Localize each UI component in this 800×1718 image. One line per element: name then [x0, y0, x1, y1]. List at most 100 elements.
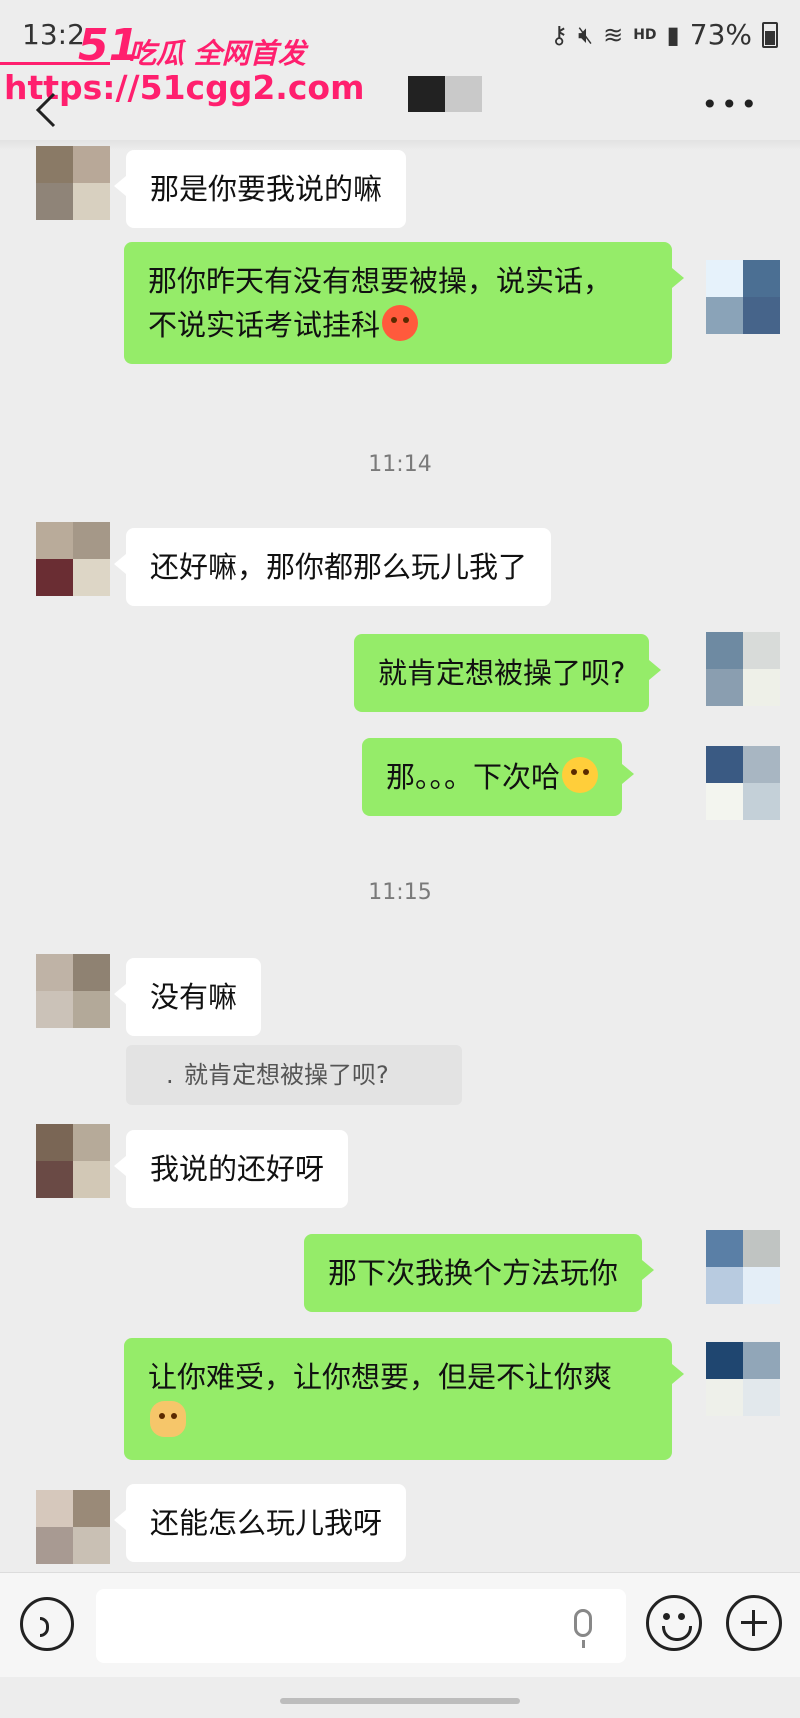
avatar-pixel — [73, 991, 110, 1028]
avatar-pixel — [36, 146, 73, 183]
avatar-pixel — [36, 1124, 73, 1161]
message-text: 那你昨天有没有想要被操，说实话， — [148, 264, 613, 298]
contact-avatar[interactable] — [36, 146, 110, 220]
message-bubble-incoming[interactable]: 还能怎么玩儿我呀 — [113, 1484, 407, 1562]
message-bubble-outgoing[interactable]: 那。。。下次哈 — [362, 738, 635, 816]
grin-face-emoji — [562, 757, 599, 793]
message-text: 不说实话考试挂科 — [148, 308, 381, 342]
avatar-pixel — [706, 669, 743, 706]
avatar-pixel — [36, 522, 73, 559]
avatar-pixel — [73, 1527, 110, 1564]
message-bubble-outgoing[interactable]: 那下次我换个方法玩你 — [304, 1234, 655, 1312]
avatar-pixel — [36, 1161, 73, 1198]
redacted-block — [408, 76, 445, 112]
message-timestamp: 11:15 — [368, 880, 432, 905]
mute-icon: 🔇︎ — [577, 20, 594, 49]
message-bubble-incoming[interactable]: 还好嘛，那你都那么玩儿我了 — [113, 528, 552, 606]
more-options-icon[interactable]: ••• — [701, 88, 760, 121]
message-text: 那。。。下次哈 — [386, 760, 561, 794]
redacted-block — [445, 76, 482, 112]
avatar-pixel — [73, 522, 110, 559]
message-bubble-outgoing[interactable]: 就肯定想被操了呗? — [354, 634, 662, 712]
avatar-pixel — [73, 1490, 110, 1527]
microphone-icon[interactable] — [574, 1609, 592, 1648]
wifi-icon: ≋ — [603, 20, 624, 49]
smile-mouth-icon — [662, 1626, 692, 1641]
quoted-reply[interactable]: . 就肯定想被操了呗? — [126, 1045, 462, 1105]
doge-emoji — [150, 1401, 186, 1437]
watermark-slogan: 吃瓜 全网首发 — [128, 37, 306, 70]
signal-icon: ▮ — [666, 20, 680, 49]
more-actions-button[interactable] — [726, 1595, 782, 1651]
avatar-pixel — [706, 1230, 743, 1267]
message-text: 还能怎么玩儿我呀 — [150, 1506, 383, 1540]
message-bubble-incoming[interactable]: 没有嘛 — [113, 958, 262, 1036]
avatar-pixel — [36, 1527, 73, 1564]
key-icon: ⚷ — [550, 20, 568, 49]
my-avatar[interactable] — [706, 1342, 780, 1416]
message-bubble-outgoing[interactable]: 那你昨天有没有想要被操，说实话， 不说实话考试挂科 — [124, 242, 684, 364]
avatar-pixel — [36, 991, 73, 1028]
message-text: 就肯定想被操了呗? — [378, 656, 626, 690]
message-text: 我说的还好呀 — [150, 1152, 325, 1186]
message-timestamp: 11:14 — [368, 452, 432, 477]
quote-dot: . — [166, 1061, 174, 1089]
avatar-pixel — [743, 297, 780, 334]
avatar-pixel — [73, 954, 110, 991]
avatar-pixel — [706, 1267, 743, 1304]
message-bubble-outgoing[interactable]: 让你难受，让你想要，但是不让你爽 — [124, 1338, 684, 1460]
quote-text: 就肯定想被操了呗? — [184, 1061, 389, 1089]
battery-percent: 73% — [689, 18, 752, 51]
input-bar — [0, 1572, 800, 1677]
avatar-pixel — [706, 783, 743, 820]
avatar-pixel — [706, 260, 743, 297]
avatar-pixel — [743, 1379, 780, 1416]
avatar-pixel — [743, 260, 780, 297]
message-bubble-incoming[interactable]: 我说的还好呀 — [113, 1130, 349, 1208]
contact-avatar[interactable] — [36, 954, 110, 1028]
avatar-pixel — [743, 783, 780, 820]
message-text: 没有嘛 — [150, 980, 238, 1014]
avatar-pixel — [73, 1161, 110, 1198]
voice-input-button[interactable] — [20, 1597, 74, 1651]
avatar-pixel — [36, 183, 73, 220]
avatar-pixel — [706, 1342, 743, 1379]
contact-avatar[interactable] — [36, 1490, 110, 1564]
message-text: 那是你要我说的嘛 — [150, 172, 383, 206]
my-avatar[interactable] — [706, 632, 780, 706]
avatar-pixel — [743, 746, 780, 783]
chat-list[interactable]: 那是你要我说的嘛 那你昨天有没有想要被操，说实话， 不说实话考试挂科 11:14… — [0, 146, 800, 1570]
avatar-pixel — [706, 746, 743, 783]
hd-label: HD — [633, 26, 657, 43]
avatar-pixel — [73, 146, 110, 183]
avatar-pixel — [73, 559, 110, 596]
status-icons: ⚷ 🔇︎ ≋ HD ▮ 73% — [550, 18, 778, 51]
contact-name-redacted[interactable] — [408, 76, 482, 112]
avatar-pixel — [36, 559, 73, 596]
contact-avatar[interactable] — [36, 522, 110, 596]
my-avatar[interactable] — [706, 746, 780, 820]
back-chevron-icon[interactable] — [32, 88, 60, 132]
emoji-button[interactable] — [646, 1595, 702, 1651]
my-avatar[interactable] — [706, 260, 780, 334]
avatar-pixel — [743, 1342, 780, 1379]
battery-icon — [762, 21, 778, 48]
avatar-pixel — [743, 669, 780, 706]
angry-face-emoji — [382, 305, 419, 341]
my-avatar[interactable] — [706, 1230, 780, 1304]
home-indicator[interactable] — [280, 1698, 520, 1704]
message-text: 还好嘛，那你都那么玩儿我了 — [150, 550, 528, 584]
avatar-pixel — [706, 1379, 743, 1416]
avatar-pixel — [36, 1490, 73, 1527]
message-text: 那下次我换个方法玩你 — [328, 1256, 619, 1290]
avatar-pixel — [743, 632, 780, 669]
message-input[interactable] — [96, 1589, 626, 1663]
contact-avatar[interactable] — [36, 1124, 110, 1198]
avatar-pixel — [743, 1230, 780, 1267]
message-bubble-incoming[interactable]: 那是你要我说的嘛 — [113, 150, 407, 228]
avatar-pixel — [73, 183, 110, 220]
avatar-pixel — [36, 954, 73, 991]
message-text: 让你难受，让你想要，但是不让你爽 — [148, 1360, 613, 1394]
avatar-pixel — [73, 1124, 110, 1161]
avatar-pixel — [743, 1267, 780, 1304]
